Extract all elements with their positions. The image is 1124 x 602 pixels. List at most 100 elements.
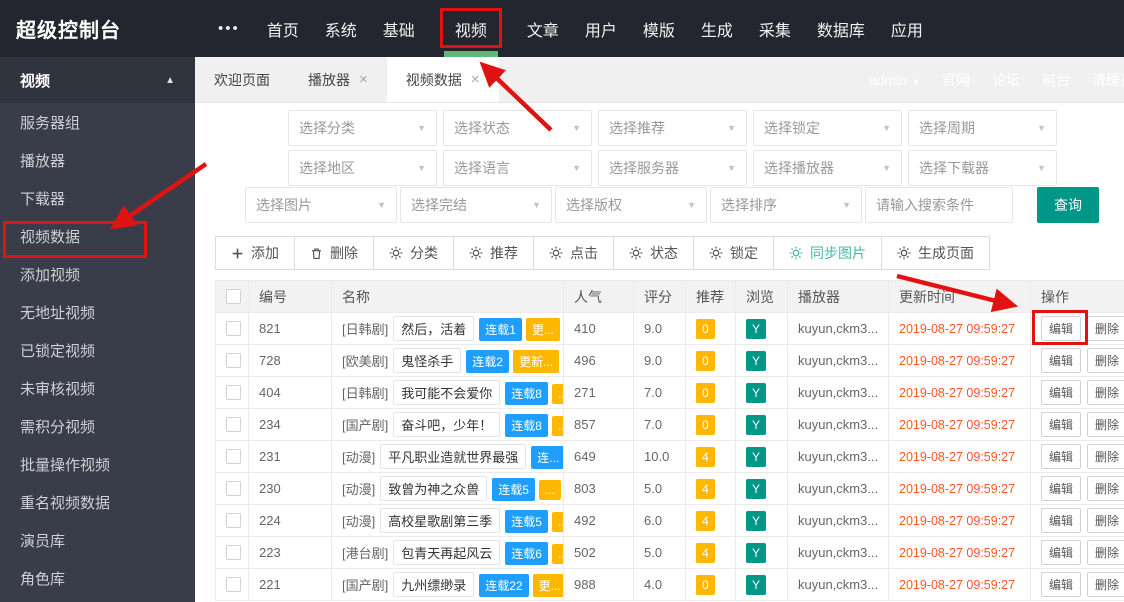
delete-button[interactable]: 删除: [1087, 540, 1124, 565]
row-checkbox[interactable]: [226, 417, 241, 432]
nav-item[interactable]: 数据库: [804, 0, 878, 57]
row-checkbox[interactable]: [226, 513, 241, 528]
nav-item[interactable]: 文章: [514, 0, 572, 57]
nav-item[interactable]: 首页: [254, 0, 312, 57]
search-input[interactable]: [865, 187, 1013, 223]
sidebar-item[interactable]: 角色库: [0, 559, 195, 597]
toolbar-button-label: 添加: [251, 245, 279, 261]
delete-button[interactable]: 删除: [1087, 316, 1124, 341]
close-icon[interactable]: ×: [359, 71, 368, 88]
cell-id: 223: [248, 536, 332, 569]
nav-item[interactable]: 采集: [746, 0, 804, 57]
toolbar-button[interactable]: 点击: [533, 236, 614, 270]
cell-name: [日韩剧] 然后，活着 连载1 更...: [331, 312, 564, 345]
nav-item[interactable]: 系统: [312, 0, 370, 57]
nav-item[interactable]: 生成: [688, 0, 746, 57]
toolbar-button[interactable]: 同步图片: [773, 236, 882, 270]
filter-select[interactable]: 选择地区 ▼: [288, 150, 437, 186]
delete-button[interactable]: 删除: [1087, 380, 1124, 405]
edit-button[interactable]: 编辑: [1041, 540, 1082, 565]
row-checkbox[interactable]: [226, 577, 241, 592]
sidebar-item[interactable]: 添加视频: [0, 255, 195, 293]
sidebar-item[interactable]: 视频数据: [0, 217, 195, 255]
nav-item[interactable]: 视频: [428, 0, 514, 57]
filter-select[interactable]: 选择服务器 ▼: [598, 150, 747, 186]
sidebar-item[interactable]: 重名视频数据: [0, 483, 195, 521]
nav-item[interactable]: 应用: [878, 0, 936, 57]
filter-select[interactable]: 选择语言 ▼: [443, 150, 592, 186]
filter-select[interactable]: 选择状态 ▼: [443, 110, 592, 146]
edit-button[interactable]: 编辑: [1041, 508, 1082, 533]
cell-player: kuyun,ckm3...: [787, 312, 889, 345]
sidebar-item[interactable]: 演员库: [0, 521, 195, 559]
tab[interactable]: 播放器 ×: [289, 57, 387, 102]
nav-item[interactable]: 用户: [572, 0, 630, 57]
toolbar-button[interactable]: 状态: [613, 236, 694, 270]
select-all-checkbox[interactable]: [226, 289, 241, 304]
sidebar-item[interactable]: 批量操作视频: [0, 445, 195, 483]
top-link[interactable]: 前台: [1042, 70, 1070, 90]
filter-select[interactable]: 选择播放器 ▼: [753, 150, 902, 186]
filter-select[interactable]: 选择图片 ▼: [245, 187, 397, 223]
row-checkbox[interactable]: [226, 481, 241, 496]
plus-icon: [232, 248, 243, 258]
sidebar-item[interactable]: 服务器组: [0, 103, 195, 141]
edit-button[interactable]: 编辑: [1041, 476, 1082, 501]
top-link[interactable]: 论坛: [992, 70, 1020, 90]
sidebar-item[interactable]: 需积分视频: [0, 407, 195, 445]
row-checkbox[interactable]: [226, 353, 241, 368]
tab[interactable]: 欢迎页面: [195, 57, 289, 102]
sidebar-group-video[interactable]: 视频 ▲: [0, 57, 195, 103]
toolbar-button[interactable]: 分类: [373, 236, 454, 270]
filter-select[interactable]: 选择锁定 ▼: [753, 110, 902, 146]
row-checkbox[interactable]: [226, 385, 241, 400]
nav-item-label: 首页: [266, 22, 299, 40]
edit-button[interactable]: 编辑: [1041, 412, 1082, 437]
filter-select[interactable]: 选择下载器 ▼: [908, 150, 1057, 186]
edit-button[interactable]: 编辑: [1041, 572, 1082, 597]
gear-icon: [789, 246, 803, 260]
delete-button[interactable]: 删除: [1087, 348, 1124, 373]
toolbar-button[interactable]: 添加: [215, 236, 295, 270]
filter-select[interactable]: 选择完结 ▼: [400, 187, 552, 223]
delete-button[interactable]: 删除: [1087, 444, 1124, 469]
toolbar-button[interactable]: 推荐: [453, 236, 534, 270]
sidebar-item[interactable]: 播放器: [0, 141, 195, 179]
filter-select[interactable]: 选择排序 ▼: [710, 187, 862, 223]
top-link[interactable]: 清缓存: [1092, 70, 1124, 90]
user-menu[interactable]: admin ▼: [869, 72, 920, 88]
filter-select[interactable]: 选择版权 ▼: [555, 187, 707, 223]
view-badge: Y: [746, 318, 767, 339]
sidebar-item[interactable]: 未审核视频: [0, 369, 195, 407]
filter-select[interactable]: 选择分类 ▼: [288, 110, 437, 146]
edit-button[interactable]: 编辑: [1041, 348, 1082, 373]
delete-button[interactable]: 删除: [1087, 572, 1124, 597]
sidebar-item[interactable]: 下载器: [0, 179, 195, 217]
tab[interactable]: 视频数据 ×: [386, 57, 499, 102]
sidebar-item[interactable]: 无地址视频: [0, 293, 195, 331]
nav-item[interactable]: 基础: [370, 0, 428, 57]
edit-button[interactable]: 编辑: [1041, 444, 1082, 469]
filter-select[interactable]: 选择推荐 ▼: [598, 110, 747, 146]
delete-button[interactable]: 删除: [1087, 412, 1124, 437]
toolbar-button[interactable]: 生成页面: [881, 236, 990, 270]
edit-button[interactable]: 编辑: [1041, 380, 1082, 405]
top-link[interactable]: 官网: [942, 70, 970, 90]
row-checkbox[interactable]: [226, 321, 241, 336]
sidebar-item[interactable]: 已锁定视频: [0, 331, 195, 369]
row-checkbox[interactable]: [226, 449, 241, 464]
nav-item[interactable]: 模版: [630, 0, 688, 57]
view-badge: Y: [746, 478, 767, 499]
toolbar-button[interactable]: 删除: [294, 236, 374, 270]
toolbar-button[interactable]: 锁定: [693, 236, 774, 270]
delete-button[interactable]: 删除: [1087, 476, 1124, 501]
cell-name: [港台剧] 包青天再起风云连载6...: [331, 536, 564, 569]
filter-select[interactable]: 选择周期 ▼: [908, 110, 1057, 146]
delete-button[interactable]: 删除: [1087, 508, 1124, 533]
close-icon[interactable]: ×: [471, 71, 480, 88]
more-menu-icon[interactable]: •••: [218, 20, 240, 37]
row-checkbox[interactable]: [226, 545, 241, 560]
gear-icon: [897, 246, 911, 260]
query-button[interactable]: 查询: [1037, 187, 1099, 223]
edit-button[interactable]: 编辑: [1041, 316, 1082, 341]
